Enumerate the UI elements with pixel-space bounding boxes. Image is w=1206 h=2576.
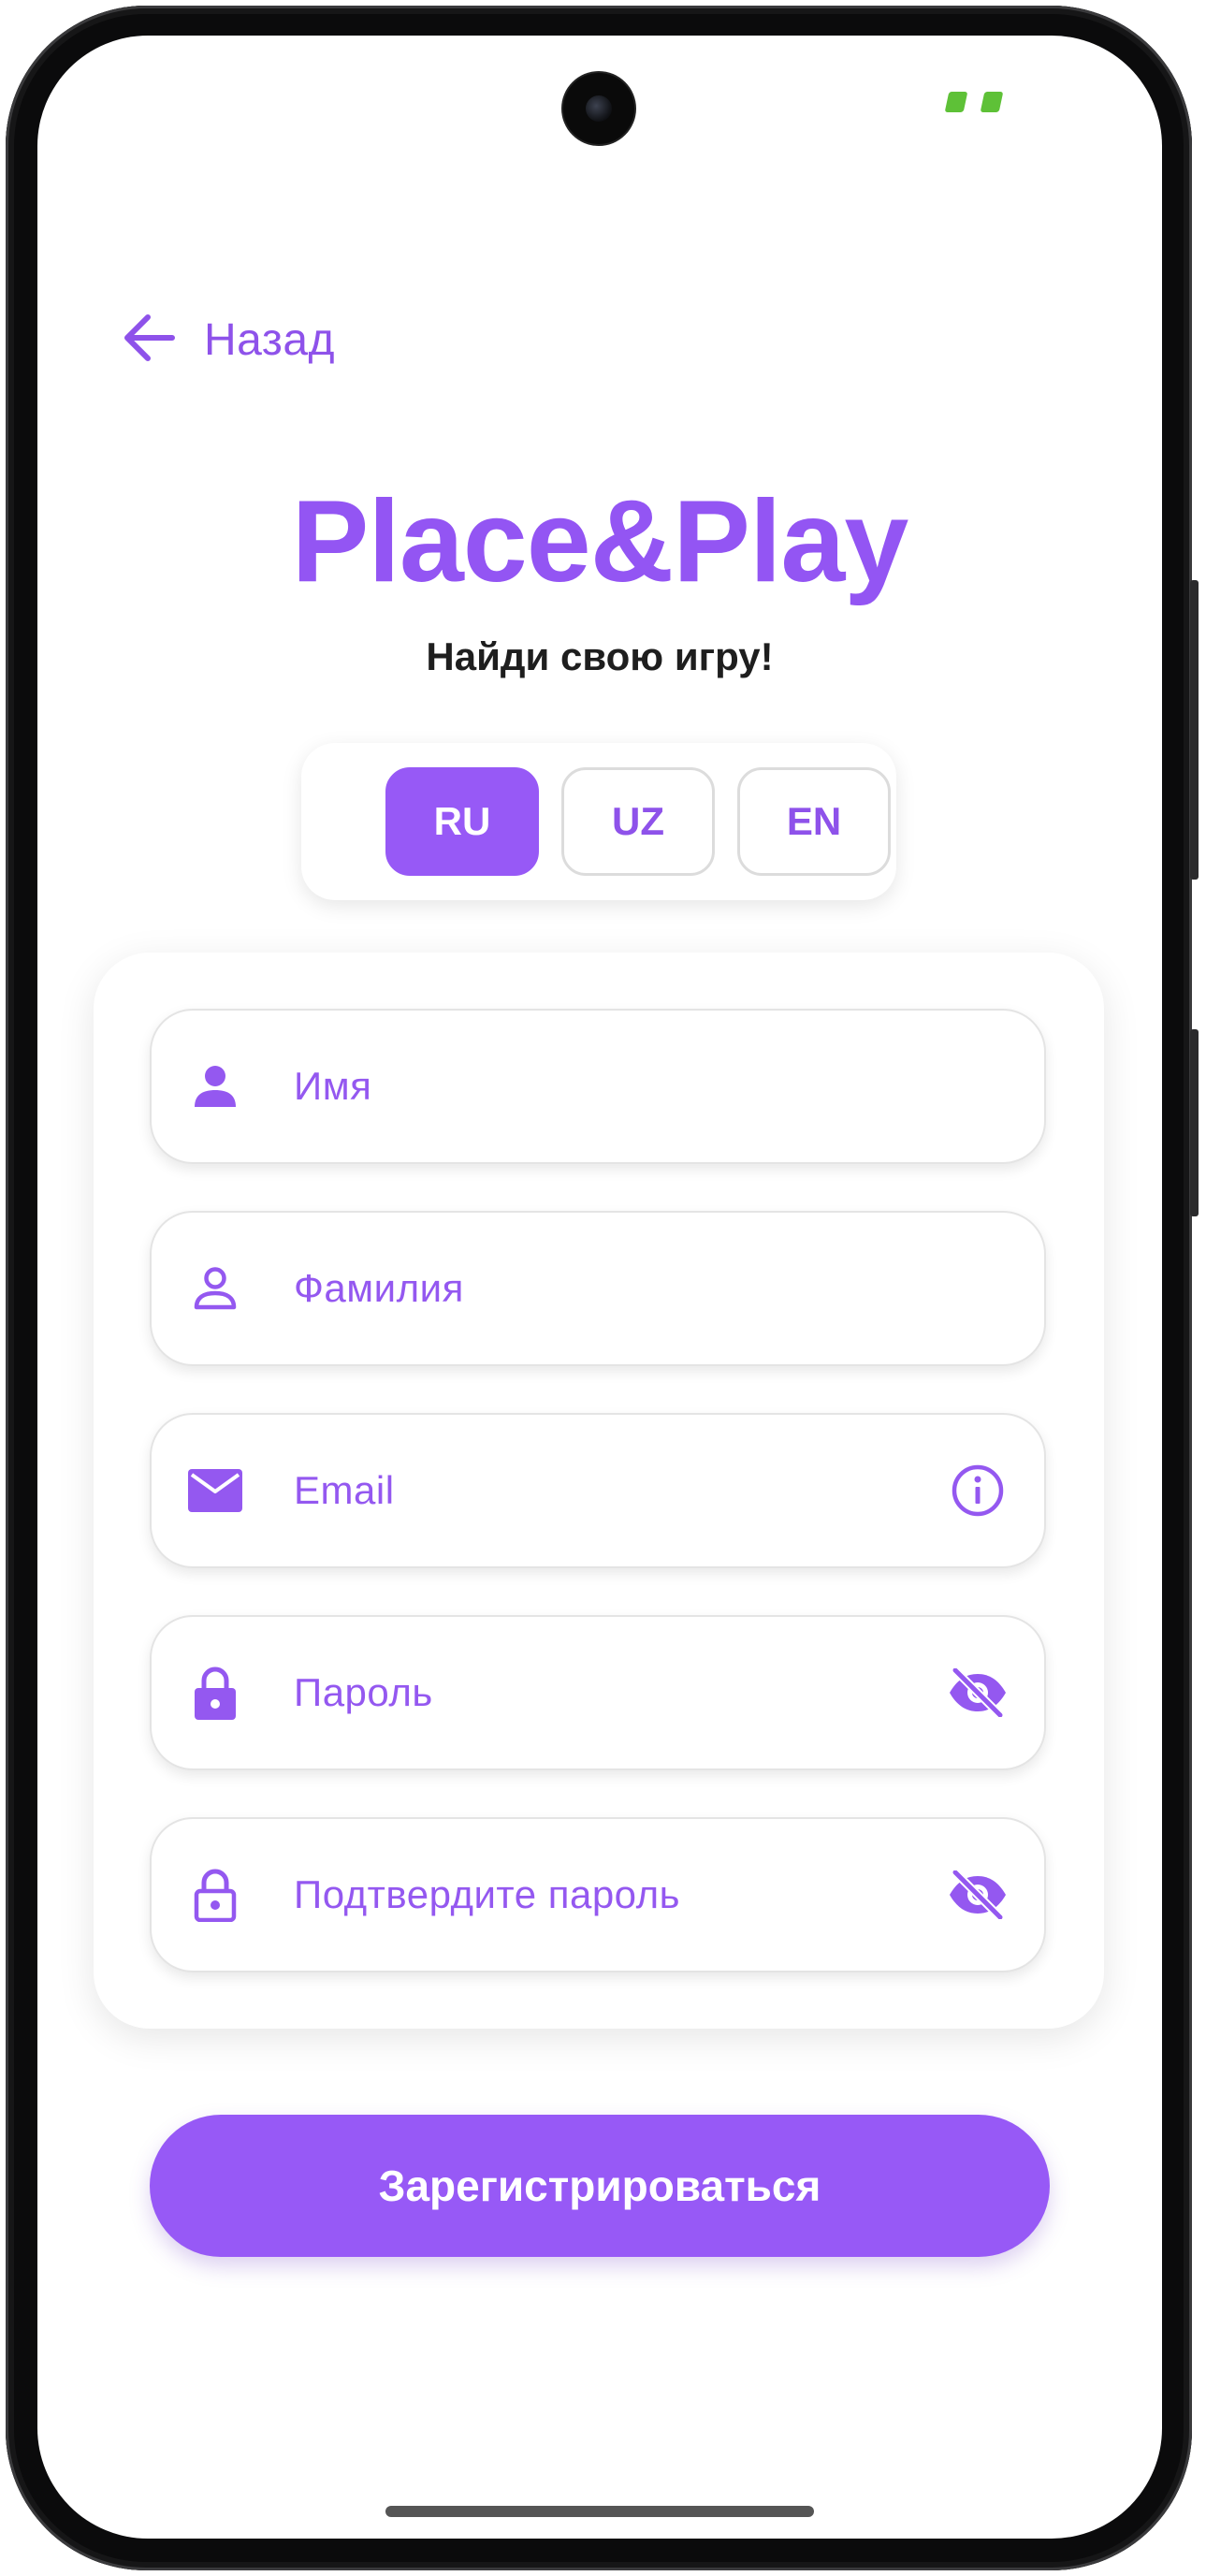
eye-off-icon[interactable] xyxy=(945,1660,1010,1725)
email-input[interactable] xyxy=(294,1415,893,1566)
last-name-input[interactable] xyxy=(294,1213,893,1364)
info-icon[interactable] xyxy=(945,1458,1010,1523)
app-tagline: Найди свою игру! xyxy=(426,634,774,678)
email-field[interactable] xyxy=(150,1413,1046,1568)
volume-button xyxy=(1190,580,1199,880)
lock-filled-icon xyxy=(187,1665,243,1721)
last-name-field[interactable] xyxy=(150,1211,1046,1366)
app-title: Place&Play xyxy=(291,477,909,606)
person-filled-icon xyxy=(187,1058,243,1114)
first-name-field[interactable] xyxy=(150,1009,1046,1164)
status-indicator-icon xyxy=(944,92,1004,112)
password-field[interactable] xyxy=(150,1615,1046,1770)
confirm-password-input[interactable] xyxy=(294,1819,893,1971)
back-label: Назад xyxy=(204,314,336,365)
screen: Назад Place&Play Найди свою игру! RU UZ … xyxy=(37,36,1162,2539)
power-button xyxy=(1190,1029,1199,1216)
front-camera xyxy=(563,73,634,144)
back-button[interactable]: Назад xyxy=(124,302,335,377)
person-outline-icon xyxy=(187,1260,243,1317)
home-indicator[interactable] xyxy=(385,2506,814,2517)
language-switcher: RU UZ EN xyxy=(301,743,896,900)
first-name-input[interactable] xyxy=(294,1011,893,1162)
password-input[interactable] xyxy=(294,1617,893,1768)
confirm-password-field[interactable] xyxy=(150,1817,1046,1972)
registration-form xyxy=(94,953,1104,2029)
lock-outline-icon xyxy=(187,1867,243,1923)
phone-device: Назад Place&Play Найди свою игру! RU UZ … xyxy=(0,0,1206,2576)
register-button[interactable]: Зарегистрироваться xyxy=(150,2115,1050,2257)
arrow-left-icon xyxy=(124,313,176,367)
mail-icon xyxy=(187,1463,243,1519)
lang-button-en[interactable]: EN xyxy=(737,767,891,876)
eye-off-icon[interactable] xyxy=(945,1862,1010,1928)
lang-button-uz[interactable]: UZ xyxy=(561,767,715,876)
lang-button-ru[interactable]: RU xyxy=(385,767,539,876)
